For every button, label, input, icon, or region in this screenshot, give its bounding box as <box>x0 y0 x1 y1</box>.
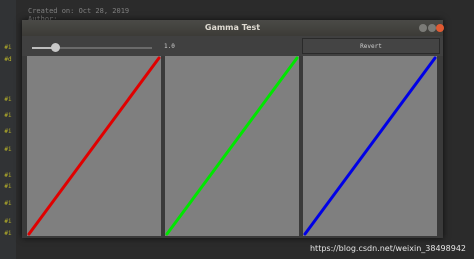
gutter-mark: #i <box>4 172 12 179</box>
gutter-mark: #i <box>4 96 12 103</box>
close-icon[interactable] <box>436 24 444 32</box>
green-gamma-panel <box>165 56 299 236</box>
window-title: Gamma Test <box>204 23 261 32</box>
gamma-test-window: Gamma Test 1.0 Revert <box>22 20 444 238</box>
gutter-mark: #i <box>4 183 12 190</box>
gamma-value-label: 1.0 <box>164 43 175 50</box>
maximize-icon[interactable] <box>428 24 436 32</box>
gutter-mark: #d <box>4 56 12 63</box>
gutter-mark: #i <box>4 44 12 51</box>
minimize-icon[interactable] <box>419 24 427 32</box>
gutter-mark: #i <box>4 230 12 237</box>
gutter-mark: #i <box>4 200 12 207</box>
gamma-slider-handle[interactable] <box>50 43 60 52</box>
blue-gamma-curve <box>303 56 437 236</box>
gutter-mark: #i <box>4 112 12 119</box>
gutter-mark: #i <box>4 128 12 135</box>
code-comment-line: Created on: Oct 28, 2019 <box>28 7 130 15</box>
gutter-mark: #i <box>4 218 12 225</box>
gutter-mark: #i <box>4 146 12 153</box>
watermark-text: https://blog.csdn.net/weixin_38498942 <box>309 244 466 253</box>
green-gamma-curve <box>165 56 299 236</box>
blue-gamma-panel <box>303 56 437 236</box>
red-gamma-curve <box>27 56 161 236</box>
red-gamma-panel <box>27 56 161 236</box>
window-titlebar[interactable]: Gamma Test <box>22 20 444 36</box>
revert-button[interactable]: Revert <box>302 38 440 54</box>
